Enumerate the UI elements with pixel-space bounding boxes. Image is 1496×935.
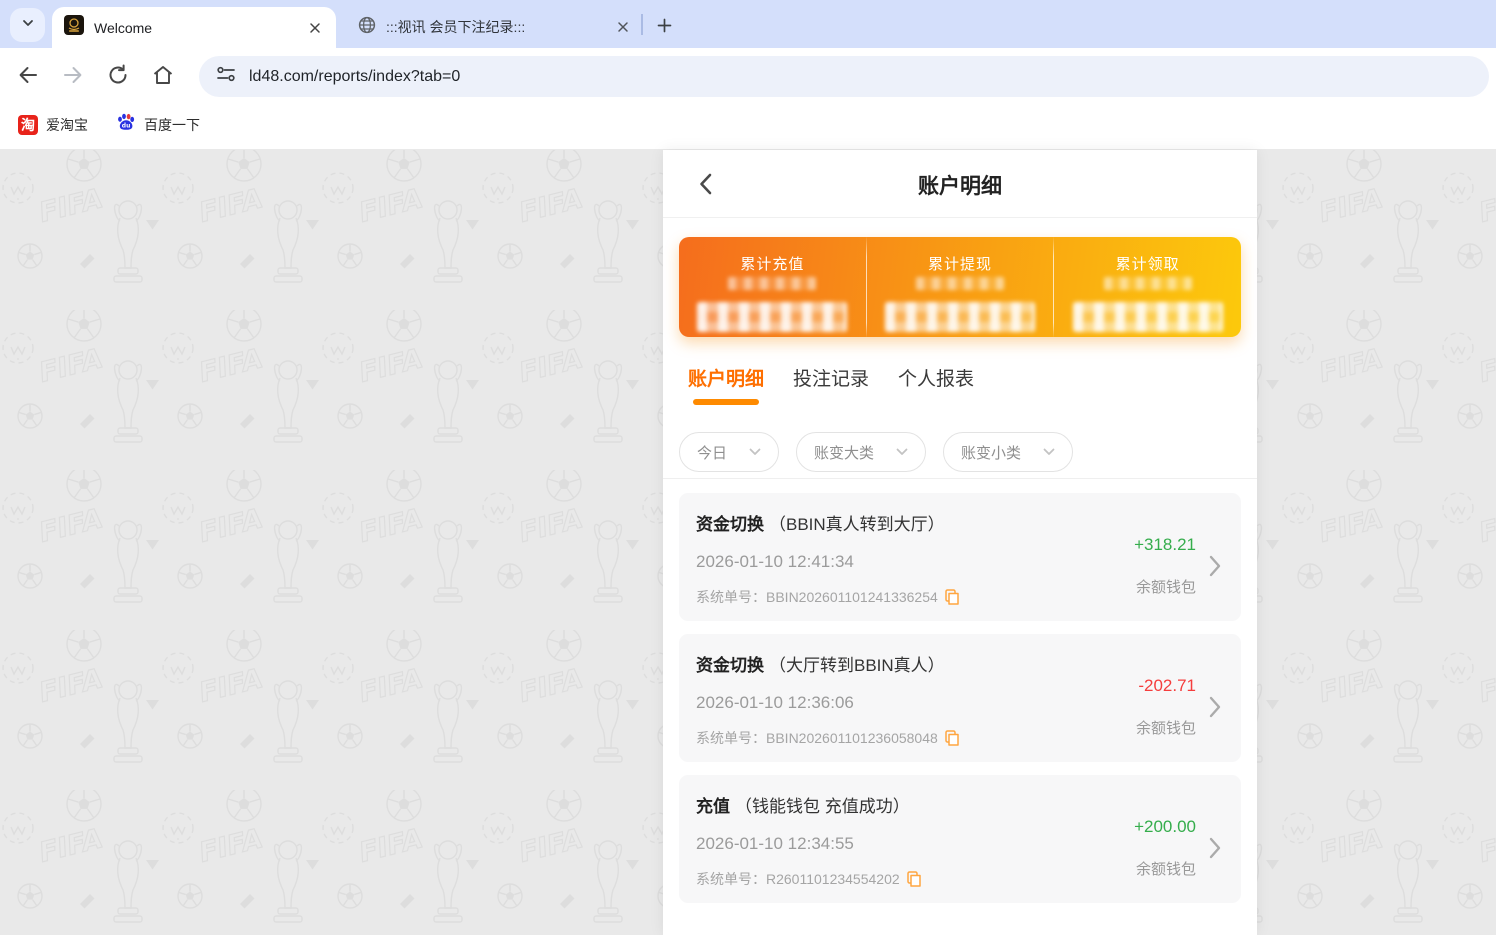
- order-number: BBIN202601101236058048: [766, 730, 938, 746]
- browser-tab-welcome[interactable]: Welcome: [52, 7, 336, 48]
- amount: +200.00: [1134, 817, 1196, 837]
- transaction-note: （大厅转到BBIN真人）: [769, 651, 945, 676]
- report-tabs: 账户明细 投注记录 个人报表: [688, 364, 1003, 405]
- transaction-time: 2026-01-10 12:34:55: [696, 834, 1134, 854]
- filter-row: 今日 账变大类 账变小类: [679, 432, 1090, 472]
- new-tab-button[interactable]: [650, 11, 678, 39]
- masked-value-blur: [885, 302, 1035, 332]
- tab-search-button[interactable]: [10, 8, 45, 42]
- panel-header: 账户明细: [663, 150, 1257, 218]
- forward-nav-button[interactable]: [60, 62, 86, 88]
- account-detail-panel: 账户明细 累计充值 累计提现 累计领取 账户明细: [663, 150, 1257, 935]
- summary-label: 累计提现: [928, 253, 992, 274]
- summary-label: 累计领取: [1116, 253, 1180, 274]
- svg-text:du: du: [122, 123, 131, 130]
- masked-value-blur: [728, 277, 816, 290]
- back-nav-button[interactable]: [15, 62, 41, 88]
- masked-value-blur: [697, 302, 847, 332]
- tab-title: :::视讯 会员下注纪录:::: [386, 17, 614, 37]
- chevron-right-icon: [1209, 696, 1221, 718]
- masked-value-blur: [916, 277, 1004, 290]
- transaction-time: 2026-01-10 12:36:06: [696, 693, 1136, 713]
- masked-value-blur: [1073, 302, 1223, 332]
- globe-icon: [358, 16, 376, 39]
- tab-separator: [641, 14, 643, 35]
- bookmark-baidu[interactable]: du 百度一下: [116, 112, 200, 137]
- transaction-row[interactable]: 资金切换 （BBIN真人转到大厅） 2026-01-10 12:41:34 系统…: [679, 493, 1241, 621]
- transaction-row[interactable]: 充值 （钱能钱包 充值成功） 2026-01-10 12:34:55 系统单号：…: [679, 775, 1241, 903]
- summary-card: 累计充值 累计提现 累计领取: [679, 237, 1241, 337]
- transaction-type: 资金切换: [696, 651, 764, 676]
- copy-icon[interactable]: [907, 871, 921, 887]
- minor-category-dropdown[interactable]: 账变小类: [943, 432, 1073, 472]
- tab-title: Welcome: [94, 20, 306, 36]
- amount: +318.21: [1134, 535, 1196, 555]
- filter-label: 账变小类: [961, 442, 1021, 463]
- site-settings-icon[interactable]: [215, 63, 237, 90]
- chevron-right-icon: [1209, 837, 1221, 859]
- close-tab-icon[interactable]: [306, 19, 324, 37]
- order-label: 系统单号：: [696, 587, 766, 607]
- transaction-row[interactable]: 资金切换 （大厅转到BBIN真人） 2026-01-10 12:36:06 系统…: [679, 634, 1241, 762]
- bookmark-label: 爱淘宝: [46, 115, 88, 135]
- browser-tab-strip: Welcome :::视讯 会员下注纪录:::: [0, 0, 1496, 48]
- copy-icon[interactable]: [945, 730, 959, 746]
- tab-label: 个人报表: [898, 369, 974, 390]
- bookmark-label: 百度一下: [144, 115, 200, 135]
- transaction-list: 资金切换 （BBIN真人转到大厅） 2026-01-10 12:41:34 系统…: [679, 493, 1241, 903]
- divider: [663, 478, 1257, 479]
- web-page: FIFA: [0, 150, 1496, 935]
- chevron-right-icon: [1209, 555, 1221, 577]
- wallet-type: 余额钱包: [1136, 717, 1196, 738]
- chevron-down-icon: [749, 448, 761, 456]
- transaction-type: 充值: [696, 792, 730, 817]
- chevron-down-icon: [21, 16, 35, 35]
- wallet-type: 余额钱包: [1136, 576, 1196, 597]
- taobao-icon: 淘: [18, 115, 38, 135]
- filter-label: 账变大类: [814, 442, 874, 463]
- welcome-favicon: [64, 15, 84, 40]
- summary-total-deposit: 累计充值: [679, 237, 866, 337]
- address-bar[interactable]: ld48.com/reports/index?tab=0: [199, 56, 1489, 97]
- chevron-down-icon: [896, 448, 908, 456]
- reload-button[interactable]: [105, 62, 131, 88]
- active-tab-underline: [693, 399, 759, 405]
- major-category-dropdown[interactable]: 账变大类: [796, 432, 926, 472]
- tab-bet-records[interactable]: 投注记录: [793, 364, 869, 405]
- bookmarks-bar: 淘 爱淘宝 du 百度一下: [0, 100, 1496, 150]
- summary-label: 累计充值: [740, 253, 804, 274]
- amount: -202.71: [1138, 676, 1196, 696]
- order-number: R2601101234554202: [766, 871, 900, 887]
- order-label: 系统单号：: [696, 728, 766, 748]
- summary-total-claimed: 累计领取: [1053, 237, 1241, 337]
- order-label: 系统单号：: [696, 869, 766, 889]
- tab-label: 投注记录: [793, 369, 869, 390]
- wallet-type: 余额钱包: [1136, 858, 1196, 879]
- transaction-note: （钱能钱包 充值成功）: [735, 792, 910, 817]
- chevron-down-icon: [1043, 448, 1055, 456]
- copy-icon[interactable]: [945, 589, 959, 605]
- transaction-type: 资金切换: [696, 510, 764, 535]
- transaction-note: （BBIN真人转到大厅）: [769, 510, 945, 535]
- filter-label: 今日: [697, 442, 727, 463]
- page-title: 账户明细: [663, 170, 1257, 200]
- home-button[interactable]: [150, 62, 176, 88]
- order-number: BBIN202601101241336254: [766, 589, 938, 605]
- browser-tab-records[interactable]: :::视讯 会员下注纪录:::: [352, 12, 638, 42]
- browser-toolbar: ld48.com/reports/index?tab=0: [0, 48, 1496, 100]
- tab-account-detail[interactable]: 账户明细: [688, 364, 764, 405]
- tab-personal-report[interactable]: 个人报表: [898, 364, 974, 405]
- tab-label: 账户明细: [688, 369, 764, 390]
- summary-total-withdraw: 累计提现: [866, 237, 1054, 337]
- masked-value-blur: [1104, 277, 1192, 290]
- date-filter-dropdown[interactable]: 今日: [679, 432, 779, 472]
- baidu-paw-icon: du: [116, 112, 136, 137]
- bookmark-taobao[interactable]: 淘 爱淘宝: [18, 115, 88, 135]
- url-text[interactable]: ld48.com/reports/index?tab=0: [249, 68, 460, 86]
- close-tab-icon[interactable]: [614, 18, 632, 36]
- transaction-time: 2026-01-10 12:41:34: [696, 552, 1134, 572]
